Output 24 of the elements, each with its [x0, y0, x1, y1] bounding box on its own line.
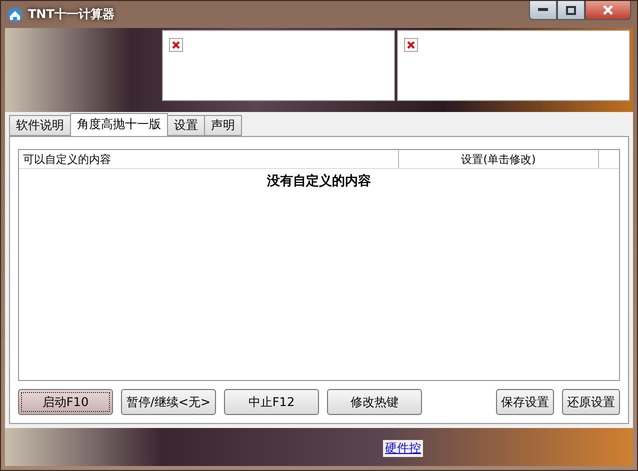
empty-message: 没有自定义的内容 — [266, 172, 372, 190]
close-icon — [603, 5, 613, 15]
settings-button[interactable]: 保存设置 — [496, 389, 554, 415]
close-button[interactable] — [585, 1, 631, 20]
broken-image-icon — [169, 38, 183, 52]
minimize-icon — [538, 8, 548, 12]
tab[interactable]: 声明 — [204, 115, 242, 136]
app-icon — [7, 6, 23, 22]
minimize-button[interactable] — [529, 1, 557, 20]
maximize-icon — [566, 6, 576, 14]
broken-image-icon — [404, 38, 418, 52]
settings-button[interactable]: 还原设置 — [562, 389, 620, 415]
tab[interactable]: 软件说明 — [9, 115, 71, 136]
tab[interactable]: 角度高抛十一版 — [70, 113, 168, 136]
footer-link[interactable]: 硬件控 — [383, 440, 423, 457]
action-button[interactable]: 中止F12 — [224, 389, 319, 415]
window-title: TNT十一计算器 — [28, 6, 114, 23]
tab[interactable]: 设置 — [167, 115, 205, 136]
action-button[interactable]: 暂停/继续<无> — [121, 389, 216, 415]
column-header[interactable]: 可以自定义的内容 — [19, 150, 399, 168]
action-button[interactable]: 修改热键 — [327, 389, 422, 415]
action-button[interactable]: 启动F10 — [18, 389, 113, 415]
maximize-button[interactable] — [557, 1, 585, 20]
column-header[interactable]: 设置(单击修改) — [399, 150, 599, 168]
